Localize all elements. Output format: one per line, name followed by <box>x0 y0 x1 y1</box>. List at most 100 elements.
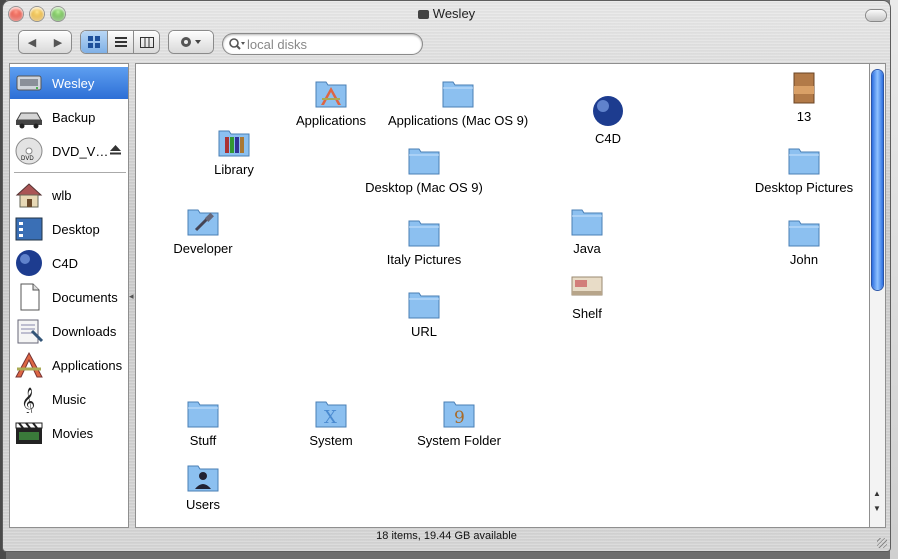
back-button[interactable]: ◀ <box>19 36 45 49</box>
file-item-label: Stuff <box>189 433 217 448</box>
file-item-italy-pictures[interactable]: Italy Pictures <box>354 215 494 267</box>
file-item-system[interactable]: X System <box>261 396 401 448</box>
finder-window: Wesley ◀ ▶ local disks Wesley Backup DVD… <box>3 1 890 551</box>
sidebar-item-music[interactable]: 𝄞 Music <box>10 383 128 415</box>
sidebar-item-wlb[interactable]: wlb <box>10 179 128 211</box>
file-item-label: Users <box>186 497 220 512</box>
file-item-label: System <box>309 433 353 448</box>
list-view-button[interactable] <box>108 31 133 53</box>
c4d-icon <box>14 249 44 277</box>
folder-icon <box>408 292 440 319</box>
eject-icon[interactable] <box>110 145 121 155</box>
search-icon <box>229 38 245 50</box>
file-item-label: 13 <box>796 109 812 124</box>
file-item-label: Library <box>214 162 254 177</box>
external-drive-icon <box>14 103 44 131</box>
list-view-icon <box>114 36 127 47</box>
file-item-applications-os9[interactable]: Applications (Mac OS 9) <box>388 76 528 128</box>
status-bar: 18 items, 19.44 GB available <box>376 530 517 542</box>
window-title: Wesley <box>3 6 890 21</box>
search-placeholder: local disks <box>247 37 307 52</box>
file-item-java[interactable]: Java <box>517 204 657 256</box>
window-title-text: Wesley <box>432 6 476 21</box>
svg-text:X: X <box>324 407 337 428</box>
sidebar-item-label: Desktop <box>52 221 100 237</box>
sidebar-item-c4d[interactable]: C4D <box>10 247 128 279</box>
sidebar-item-label: Wesley <box>52 75 95 91</box>
folder-icon <box>442 81 474 108</box>
users-folder-icon <box>187 465 219 492</box>
action-menu-button[interactable] <box>169 31 213 53</box>
scroll-up-arrow-icon[interactable]: ▲ <box>873 489 881 498</box>
scrollbar-thumb[interactable] <box>872 70 883 290</box>
svg-text:DVD: DVD <box>21 156 34 162</box>
sidebar-item-label: wlb <box>52 187 72 203</box>
applications-folder-icon <box>315 81 347 108</box>
sidebar-item-label: Downloads <box>52 323 117 339</box>
file-browser-area: Applications Applications (Mac OS 9) C4D… <box>136 64 870 527</box>
file-item-label: URL <box>410 324 437 339</box>
file-item-desktop-pictures[interactable]: Desktop Pictures <box>734 143 874 195</box>
sidebar-item-backup[interactable]: Backup <box>10 101 128 133</box>
file-item-label: Desktop (Mac OS 9) <box>365 180 483 195</box>
file-item-c4d[interactable]: C4D <box>538 94 678 146</box>
sidebar-item-label: Applications <box>52 357 123 373</box>
sidebar-item-wesley[interactable]: Wesley <box>10 67 128 99</box>
file-item-desktop-os9[interactable]: Desktop (Mac OS 9) <box>354 143 494 195</box>
sidebar-item-label: DVD_V… <box>52 143 109 159</box>
icon-view-icon <box>88 36 100 48</box>
system-folder-icon: X <box>315 401 347 428</box>
file-item-system-folder[interactable]: 9 System Folder <box>389 396 529 448</box>
sidebar-item-applications[interactable]: Applications <box>10 349 128 381</box>
sidebar-item-desktop[interactable]: Desktop <box>10 213 128 245</box>
sidebar-item-label: C4D <box>52 255 79 271</box>
view-mode-control <box>81 31 159 53</box>
column-view-icon <box>139 36 154 48</box>
file-item-developer[interactable]: Developer <box>133 204 273 256</box>
file-item-applications[interactable]: Applications <box>261 76 401 128</box>
sidebar-resize-handle[interactable]: ◂ <box>129 291 134 302</box>
sidebar-item-movies[interactable]: Movies <box>10 417 128 449</box>
folder-icon <box>571 209 603 236</box>
search-field[interactable]: local disks <box>223 34 422 54</box>
sidebar-item-documents[interactable]: Documents <box>10 281 128 313</box>
file-item-label: C4D <box>594 131 621 146</box>
sidebar-item-downloads[interactable]: Downloads <box>10 315 128 347</box>
home-icon <box>14 181 44 209</box>
file-item-users[interactable]: Users <box>133 460 273 512</box>
sidebar-item-label: Documents <box>52 289 118 305</box>
svg-text:𝄞: 𝄞 <box>21 387 35 413</box>
file-item-stuff[interactable]: Stuff <box>133 396 273 448</box>
scroll-down-arrow-icon[interactable]: ▼ <box>873 504 881 513</box>
file-item-label: Developer <box>173 241 233 256</box>
file-item-label: Desktop Pictures <box>754 180 854 195</box>
sidebar-item-label: Movies <box>52 425 94 441</box>
movies-icon <box>14 419 44 447</box>
file-item-13[interactable]: 13 <box>734 72 874 124</box>
file-item-label: System Folder <box>417 433 501 448</box>
resize-grip-icon[interactable] <box>877 538 887 548</box>
vertical-scrollbar[interactable]: ▲ ▼ <box>870 64 885 527</box>
file-item-john[interactable]: John <box>734 215 874 267</box>
file-item-url[interactable]: URL <box>354 287 494 339</box>
music-icon: 𝄞 <box>14 385 44 413</box>
column-view-button[interactable] <box>134 31 159 53</box>
file-item-shelf[interactable]: Shelf <box>517 269 657 321</box>
file-item-library[interactable]: Library <box>164 125 304 177</box>
sidebar: Wesley Backup DVD DVD_V… wlb Desktop C4D… <box>10 64 128 527</box>
shelf-icon <box>571 276 603 296</box>
folder-icon <box>408 220 440 247</box>
file-item-label: John <box>789 252 819 267</box>
sidebar-item-label: Music <box>52 391 86 407</box>
folder-icon <box>187 401 219 428</box>
folder-icon <box>788 148 820 175</box>
toolbar-toggle-button[interactable] <box>866 10 886 21</box>
back-forward-control: ◀ ▶ <box>19 31 71 53</box>
forward-button[interactable]: ▶ <box>45 36 71 49</box>
sidebar-item-dvd[interactable]: DVD DVD_V… <box>10 135 128 167</box>
sidebar-item-label: Backup <box>52 109 96 125</box>
file-item-label: Italy Pictures <box>386 252 462 267</box>
documents-icon <box>14 283 44 311</box>
icon-view-button[interactable] <box>81 31 107 53</box>
desktop-icon <box>14 215 44 243</box>
